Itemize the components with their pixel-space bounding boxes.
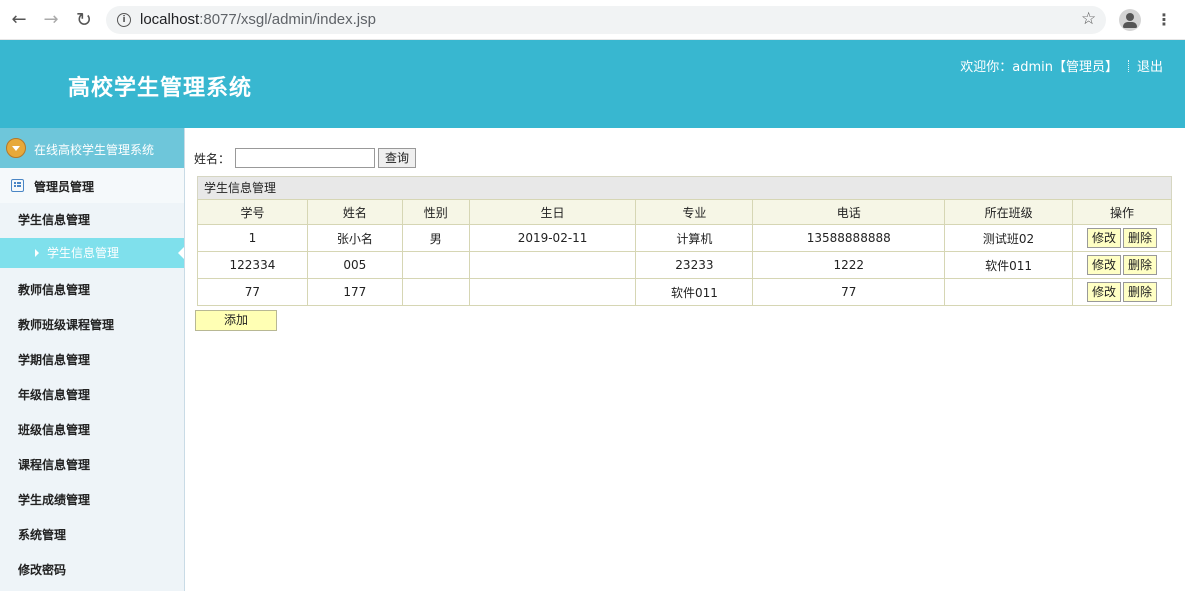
caret-right-icon xyxy=(35,249,39,257)
sidebar-item-teacher-class-course[interactable]: 教师班级课程管理 xyxy=(0,308,184,343)
sidebar-item-term-info[interactable]: 学期信息管理 xyxy=(0,343,184,378)
sidebar-subitem-student-info[interactable]: 学生信息管理 xyxy=(0,238,184,268)
sidebar-item-student-scores[interactable]: 学生成绩管理 xyxy=(0,483,184,518)
delete-button[interactable]: 删除 xyxy=(1122,228,1157,248)
cell-major: 23233 xyxy=(635,251,754,279)
sidebar-header[interactable]: 在线高校学生管理系统 xyxy=(0,128,184,168)
cell-phone: 77 xyxy=(752,278,946,306)
profile-avatar-icon[interactable] xyxy=(1119,9,1141,31)
divider xyxy=(1127,60,1129,72)
cell-name: 177 xyxy=(306,278,403,306)
cell-class: 软件011 xyxy=(944,251,1073,279)
student-table: 学生信息管理 学号 姓名 性别 生日 专业 电话 所在班级 操作 1 张小名 男… xyxy=(197,176,1173,306)
cell-actions: 修改 删除 xyxy=(1071,251,1173,279)
sidebar-item-teacher-info[interactable]: 教师信息管理 xyxy=(0,273,184,308)
delete-button[interactable]: 删除 xyxy=(1122,255,1157,275)
app-title: 高校学生管理系统 xyxy=(68,76,253,101)
sidebar: 在线高校学生管理系统 管理员管理 学生信息管理 学生信息管理 教师信息管理 教师… xyxy=(0,128,185,591)
column-header-major: 专业 xyxy=(635,199,754,225)
cell-birthday xyxy=(468,278,637,306)
table-caption: 学生信息管理 xyxy=(197,176,1172,199)
cell-student-id: 1 xyxy=(197,224,308,252)
cell-class: 测试班02 xyxy=(944,224,1073,252)
cell-student-id: 122334 xyxy=(197,251,308,279)
column-header-birthday: 生日 xyxy=(468,199,637,225)
cell-gender xyxy=(401,251,470,279)
cell-gender: 男 xyxy=(401,224,470,252)
forward-arrow-icon[interactable]: → xyxy=(40,9,62,31)
cell-class xyxy=(944,278,1073,306)
cell-major: 软件011 xyxy=(635,278,754,306)
sidebar-item-change-password[interactable]: 修改密码 xyxy=(0,553,184,588)
main-content: 姓名： 查询 学生信息管理 学号 姓名 性别 生日 专业 电话 所在班级 操作 1… xyxy=(185,128,1185,591)
welcome-text: 欢迎你：admin【管理员】 xyxy=(960,60,1118,75)
cell-actions: 修改 删除 xyxy=(1071,278,1173,306)
column-header-student-id: 学号 xyxy=(197,199,308,225)
sidebar-item-system[interactable]: 系统管理 xyxy=(0,518,184,553)
query-button[interactable]: 查询 xyxy=(378,148,417,168)
cell-birthday: 2019-02-11 xyxy=(468,224,637,252)
cell-name: 张小名 xyxy=(306,224,403,252)
url-text[interactable]: localhost:8077/xsgl/admin/index.jsp xyxy=(140,11,376,28)
back-arrow-icon[interactable]: ← xyxy=(8,9,30,31)
bookmark-star-icon[interactable]: ☆ xyxy=(1081,9,1096,29)
sidebar-item-student-info[interactable]: 学生信息管理 xyxy=(0,203,184,238)
search-row: 姓名： 查询 xyxy=(194,148,417,168)
app-header: 高校学生管理系统 欢迎你：admin【管理员】 退出 xyxy=(0,40,1185,128)
column-header-gender: 性别 xyxy=(401,199,470,225)
sidebar-group-admin[interactable]: 管理员管理 xyxy=(0,168,184,203)
cell-student-id: 77 xyxy=(197,278,308,306)
list-icon xyxy=(11,179,24,192)
cell-name: 005 xyxy=(306,251,403,279)
url-path: :8077/xsgl/admin/index.jsp xyxy=(199,11,376,28)
add-button[interactable]: 添加 xyxy=(195,310,277,331)
table-row: 122334 005 23233 1222 软件011 修改 删除 xyxy=(197,251,1173,279)
logout-link[interactable]: 退出 xyxy=(1137,60,1163,75)
table-row: 1 张小名 男 2019-02-11 计算机 13588888888 测试班02… xyxy=(197,224,1173,252)
cell-birthday xyxy=(468,251,637,279)
cell-gender xyxy=(401,278,470,306)
search-label: 姓名： xyxy=(194,151,231,166)
reload-icon[interactable]: ↻ xyxy=(73,9,95,31)
edit-button[interactable]: 修改 xyxy=(1086,255,1121,275)
browser-toolbar: ← → ↻ i localhost:8077/xsgl/admin/index.… xyxy=(0,0,1185,40)
table-row: 77 177 软件011 77 修改 删除 xyxy=(197,278,1173,306)
table-header-row: 学号 姓名 性别 生日 专业 电话 所在班级 操作 xyxy=(197,199,1173,225)
sidebar-group-label: 管理员管理 xyxy=(34,180,95,194)
cell-phone: 13588888888 xyxy=(752,224,946,252)
column-header-class: 所在班级 xyxy=(944,199,1073,225)
active-indicator-icon xyxy=(178,247,184,259)
sidebar-header-label: 在线高校学生管理系统 xyxy=(34,143,155,157)
sidebar-item-class-info[interactable]: 班级信息管理 xyxy=(0,413,184,448)
delete-button[interactable]: 删除 xyxy=(1122,282,1157,302)
info-icon[interactable]: i xyxy=(117,13,131,27)
url-host: localhost xyxy=(140,11,200,28)
user-area: 欢迎你：admin【管理员】 退出 xyxy=(960,56,1163,75)
sidebar-item-course-info[interactable]: 课程信息管理 xyxy=(0,448,184,483)
collapse-toggle-icon[interactable] xyxy=(6,138,26,158)
edit-button[interactable]: 修改 xyxy=(1086,282,1121,302)
column-header-phone: 电话 xyxy=(752,199,946,225)
edit-button[interactable]: 修改 xyxy=(1086,228,1121,248)
sidebar-subitem-label: 学生信息管理 xyxy=(47,246,120,260)
cell-actions: 修改 删除 xyxy=(1071,224,1173,252)
sidebar-item-grade-info[interactable]: 年级信息管理 xyxy=(0,378,184,413)
column-header-actions: 操作 xyxy=(1071,199,1173,225)
more-menu-icon[interactable]: ⋮ xyxy=(1156,10,1172,30)
cell-major: 计算机 xyxy=(635,224,754,252)
address-bar[interactable]: i localhost:8077/xsgl/admin/index.jsp ☆ xyxy=(106,6,1106,34)
column-header-name: 姓名 xyxy=(306,199,403,225)
cell-phone: 1222 xyxy=(752,251,946,279)
name-search-input[interactable] xyxy=(235,148,376,168)
